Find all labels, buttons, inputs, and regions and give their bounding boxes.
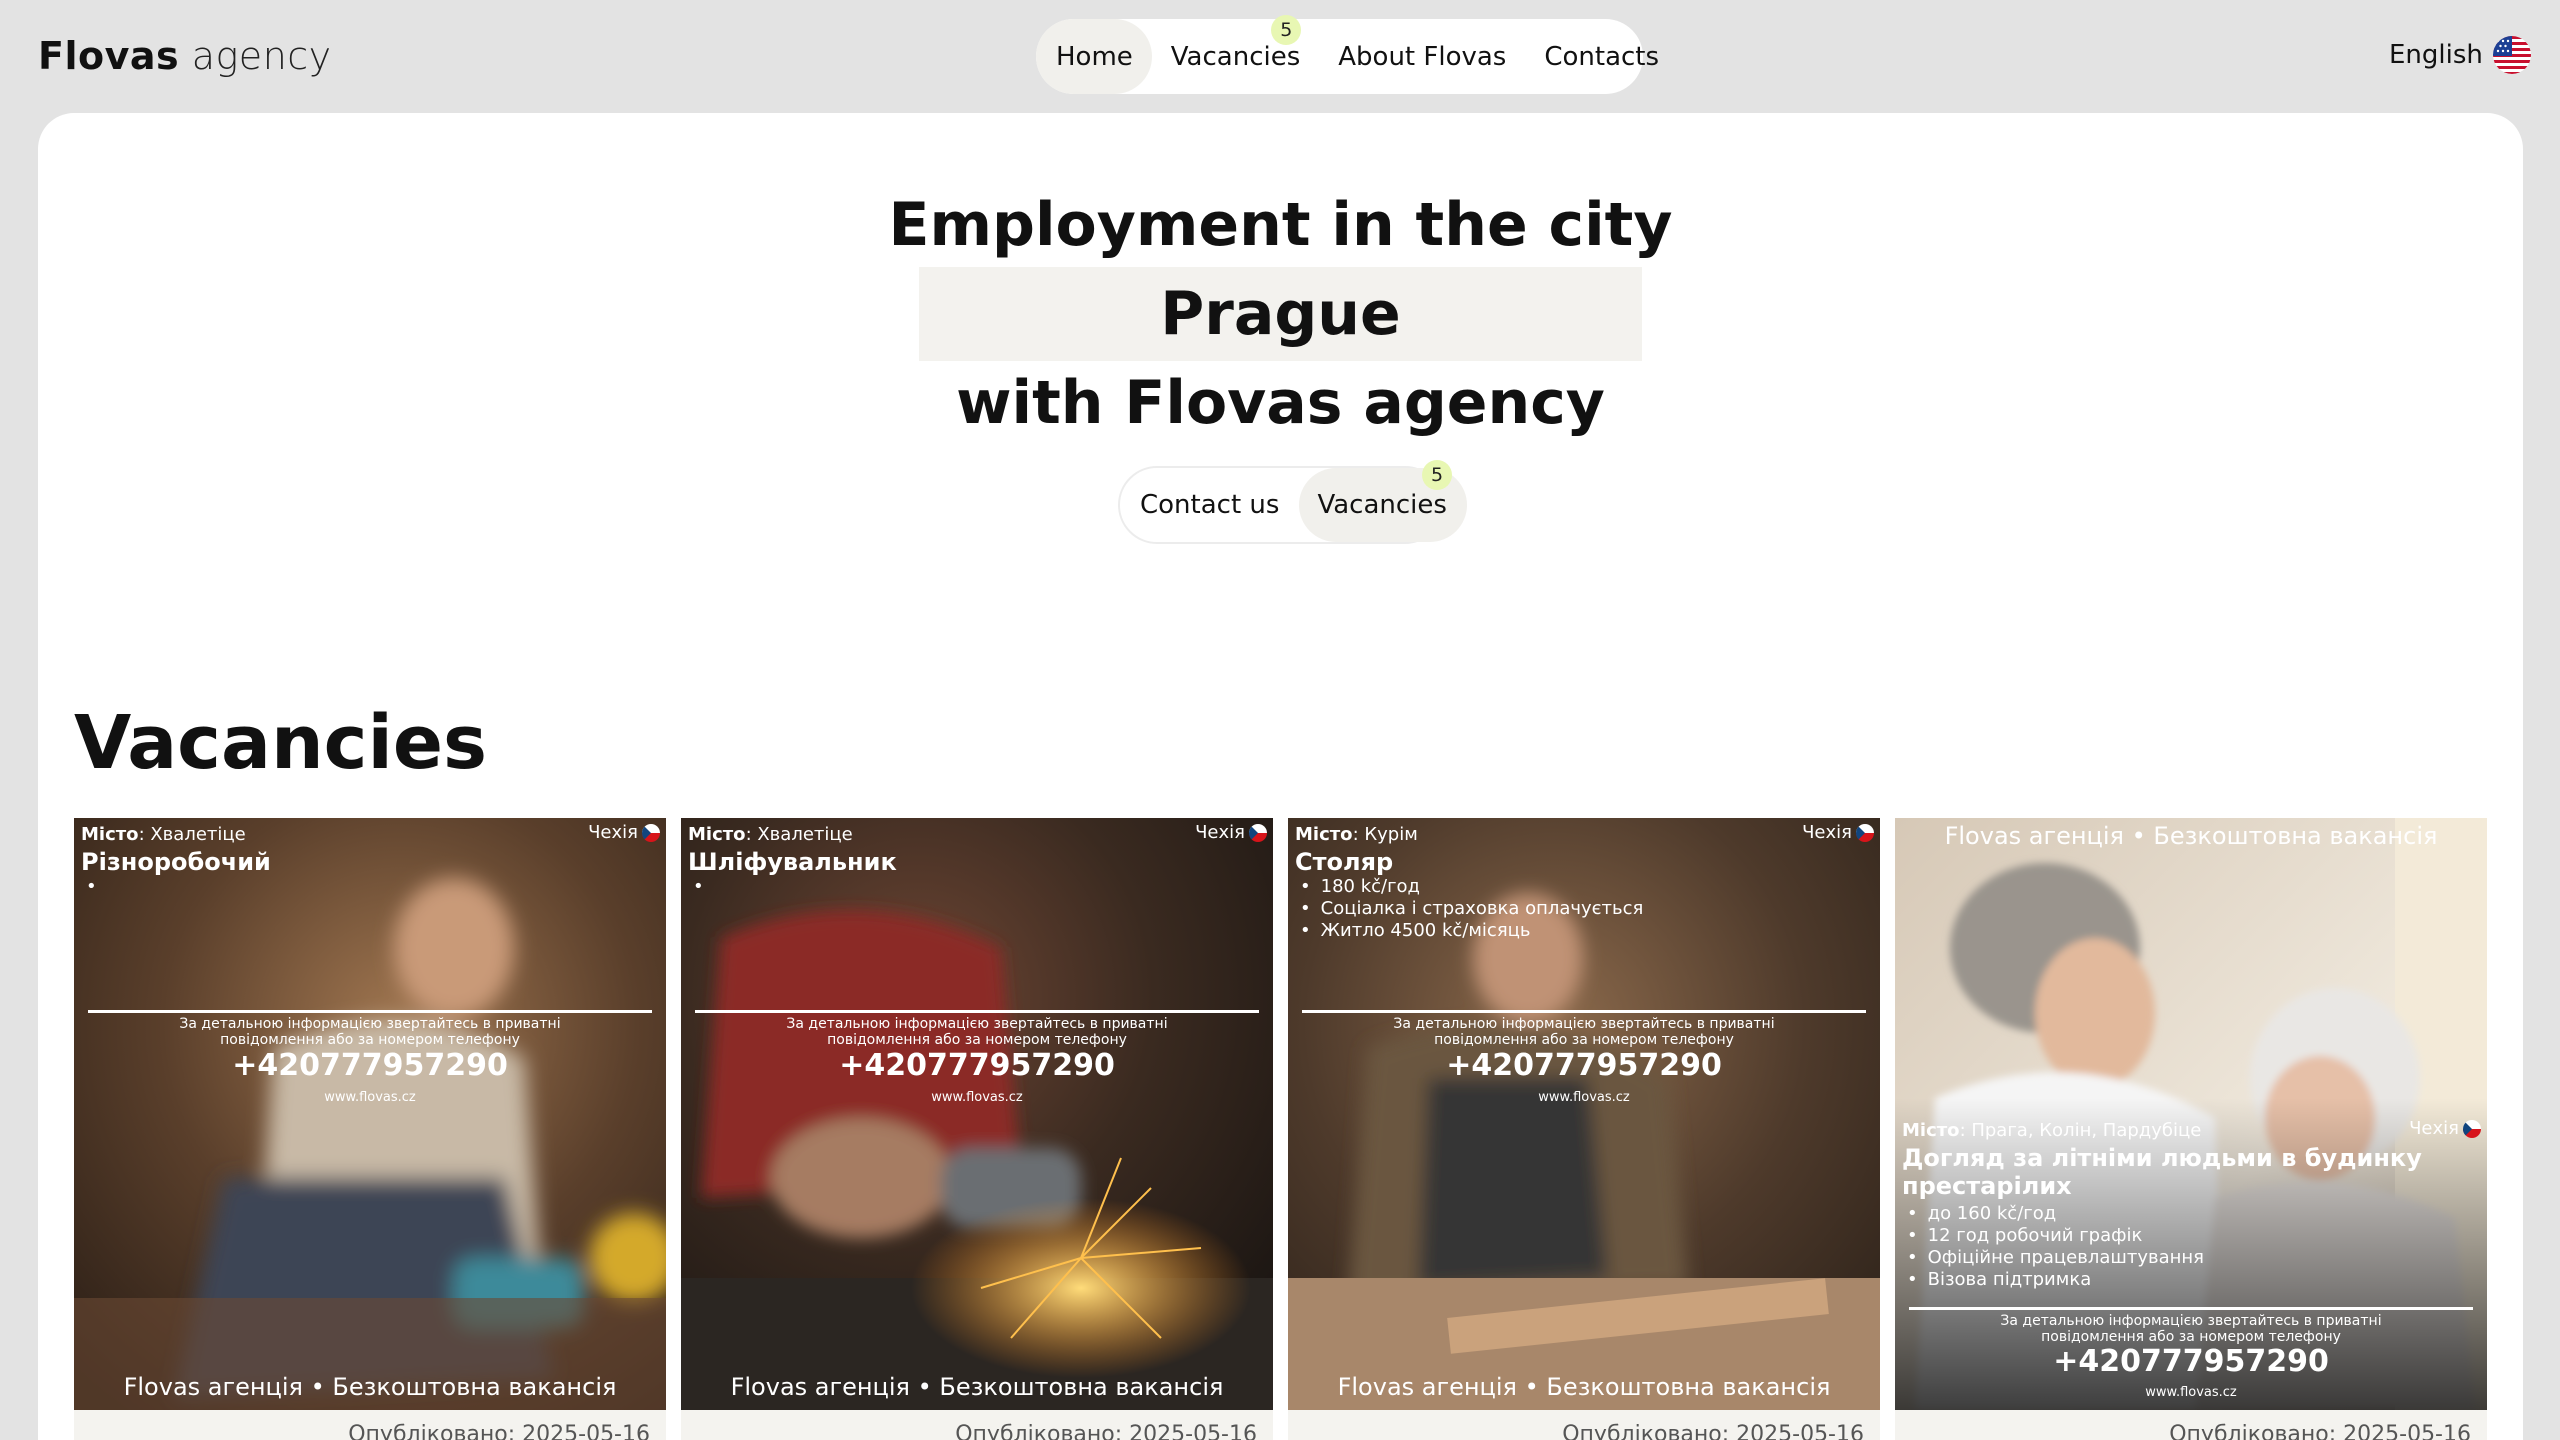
card-footer: Flovas агенція • Безкоштовна вакансія <box>1337 1373 1831 1401</box>
card-published-date: Опубліковано: 2025-05-16 <box>1288 1410 1880 1440</box>
card-info: За детальною інформацією звертайтесь в п… <box>786 1016 1168 1048</box>
hero-line-3: with Flovas agency <box>956 368 1605 438</box>
card-phone: +420777957290 <box>1446 1048 1722 1083</box>
card-city: Місто: Хвалетіце <box>688 824 853 845</box>
nav-vacancies[interactable]: Vacancies 5 <box>1152 15 1319 94</box>
card-city: Місто: Прага, Колін, Пардубіце <box>1902 1120 2202 1141</box>
card-site: www.flovas.cz <box>1538 1090 1630 1105</box>
card-phone: +420777957290 <box>2053 1344 2329 1379</box>
vacancies-section-title: Vacancies <box>74 700 488 786</box>
vacancy-card[interactable]: Місто: Курім Чехія Столяр 180 kč/год Соц… <box>1288 818 1880 1440</box>
card-title: Догляд за літніми людьми в будинку прест… <box>1902 1144 2422 1200</box>
card-info: За детальною інформацією звертайтесь в п… <box>1393 1016 1775 1048</box>
card-info: За детальною інформацією звертайтесь в п… <box>2000 1313 2382 1345</box>
vacancy-card[interactable]: Flovas агенція • Безкоштовна вакансія Мі… <box>1895 818 2487 1440</box>
nav-contacts[interactable]: Contacts <box>1525 19 1678 94</box>
card-country: Чехія <box>1195 822 1267 843</box>
card-country: Чехія <box>2409 1118 2481 1139</box>
hero-heading: Employment in the city Prague with Flova… <box>38 183 2523 445</box>
card-title: Столяр <box>1295 848 1394 876</box>
czech-flag-icon <box>1249 823 1267 842</box>
main-content: Employment in the city Prague with Flova… <box>38 113 2523 1440</box>
vacancies-count-badge: 5 <box>1271 15 1302 45</box>
card-header-banner: Flovas агенція • Безкоштовна вакансія <box>1944 822 2438 850</box>
czech-flag-icon <box>642 823 660 842</box>
czech-flag-icon <box>1856 823 1874 842</box>
card-divider <box>88 1010 652 1013</box>
logo-light: agency <box>191 34 332 78</box>
card-footer: Flovas агенція • Безкоштовна вакансія <box>123 1373 617 1401</box>
vacancy-photo-grinder <box>681 818 1273 1410</box>
card-divider <box>695 1010 1259 1013</box>
us-flag-icon <box>2492 36 2531 74</box>
card-bullets: до 160 kč/год 12 год робочий графік Офіц… <box>1899 1203 2204 1291</box>
card-divider <box>1302 1010 1866 1013</box>
card-country: Чехія <box>588 822 660 843</box>
card-title: Шліфувальник <box>688 848 897 876</box>
card-site: www.flovas.cz <box>2145 1385 2237 1400</box>
nav-about[interactable]: About Flovas <box>1319 19 1525 94</box>
card-published-date: Опубліковано: 2025-05-16 <box>74 1410 666 1440</box>
card-phone: +420777957290 <box>839 1048 1115 1083</box>
czech-flag-icon <box>2463 1119 2481 1138</box>
hero-actions: Contact us Vacancies 5 <box>1118 460 1467 544</box>
hero-vacancies-label: Vacancies <box>1317 490 1447 520</box>
card-phone: +420777957290 <box>232 1048 508 1083</box>
card-bullets: 180 kč/год Соціалка і страховка оплачуєт… <box>1292 876 1644 942</box>
card-bullets <box>685 876 714 898</box>
card-divider <box>1909 1307 2473 1310</box>
language-switcher[interactable]: English <box>2389 36 2531 74</box>
contact-us-button[interactable]: Contact us <box>1120 468 1299 542</box>
hero-line-1: Employment in the city <box>888 190 1673 260</box>
nav-vacancies-label: Vacancies <box>1170 41 1301 72</box>
vacancy-photo-handyman <box>74 818 666 1410</box>
hero-city: Prague <box>919 267 1642 361</box>
card-title: Різноробочий <box>81 848 271 876</box>
nav-home[interactable]: Home <box>1036 19 1152 94</box>
main-nav: Home Vacancies 5 About Flovas Contacts <box>1036 15 1659 94</box>
card-footer: Flovas агенція • Безкоштовна вакансія <box>730 1373 1224 1401</box>
card-published-date: Опубліковано: 2025-05-16 <box>681 1410 1273 1440</box>
card-bullets <box>78 876 107 898</box>
card-info: За детальною інформацією звертайтесь в п… <box>179 1016 561 1048</box>
hero-vacancies-badge: 5 <box>1422 460 1452 490</box>
card-site: www.flovas.cz <box>324 1090 416 1105</box>
card-published-date: Опубліковано: 2025-05-16 <box>1895 1410 2487 1440</box>
vacancy-card[interactable]: Місто: Хвалетіце Чехія Шліфувальник За д… <box>681 818 1273 1440</box>
site-logo[interactable]: Flovas agency <box>38 30 332 82</box>
card-city: Місто: Курім <box>1295 824 1418 845</box>
vacancy-card[interactable]: Місто: Хвалетіце Чехія Різноробочий За д… <box>74 818 666 1440</box>
card-site: www.flovas.cz <box>931 1090 1023 1105</box>
language-label: English <box>2389 40 2483 70</box>
card-city: Місто: Хвалетіце <box>81 824 246 845</box>
card-country: Чехія <box>1802 822 1874 843</box>
logo-bold: Flovas <box>38 34 180 78</box>
